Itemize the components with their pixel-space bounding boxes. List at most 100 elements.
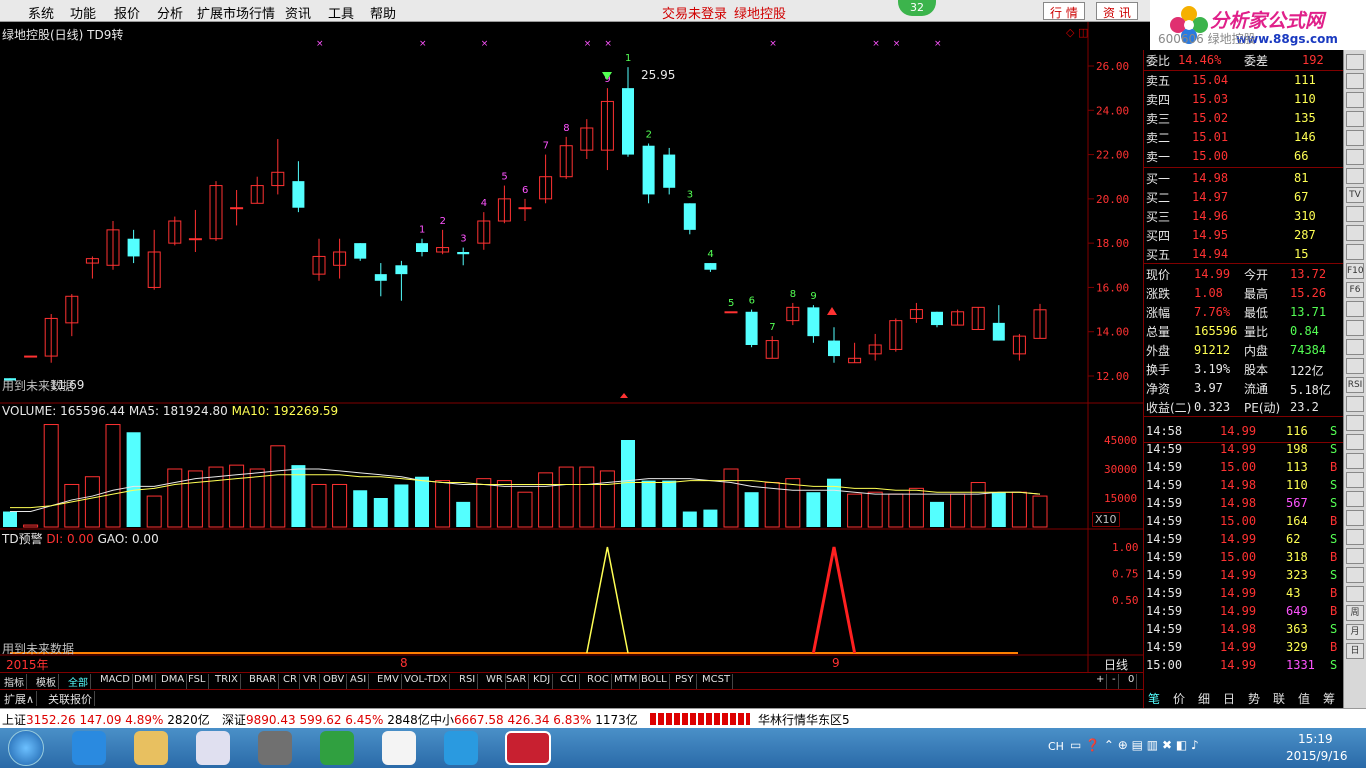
side-tool-icon[interactable] [1346, 510, 1364, 526]
menu-extended-market[interactable]: 扩展市场行情 [197, 3, 275, 22]
notification-badge[interactable]: 32 [898, 0, 936, 16]
quote-tab-0[interactable]: 笔 [1148, 690, 1160, 707]
indicator-tab-cr[interactable]: CR [281, 674, 300, 689]
ma5-line [10, 468, 1041, 513]
period-label[interactable]: 日线 [1104, 656, 1128, 673]
trade-login-notice[interactable]: 交易未登录 [662, 3, 727, 22]
menu-help[interactable]: 帮助 [370, 3, 396, 22]
menu-quote[interactable]: 报价 [114, 3, 140, 22]
explorer-icon[interactable] [134, 731, 168, 765]
start-button[interactable] [8, 730, 44, 766]
indicator-tab-brar[interactable]: BRAR [247, 674, 280, 689]
side-tool-0-icon[interactable]: RSI [1346, 377, 1364, 393]
side-tool-1-icon[interactable]: F10 [1346, 263, 1364, 279]
quote-tab-7[interactable]: 筹 [1323, 690, 1335, 707]
side-tool-icon[interactable] [1346, 415, 1364, 431]
side-tool-icon[interactable] [1346, 54, 1364, 70]
tab-control-2[interactable]: 0 [1126, 674, 1138, 689]
side-tool-2-icon[interactable]: F6 [1346, 282, 1364, 298]
side-tool-icon[interactable] [1346, 529, 1364, 545]
side-tool-icon[interactable] [1346, 225, 1364, 241]
side-tool-icon[interactable] [1346, 149, 1364, 165]
menu-analysis[interactable]: 分析 [157, 3, 183, 22]
indicator-tab-asi[interactable]: ASI [348, 674, 370, 689]
indicator-tab-trix[interactable]: TRIX [213, 674, 241, 689]
side-tool-icon[interactable] [1346, 92, 1364, 108]
side-tool-4-icon[interactable]: 周 [1346, 605, 1364, 621]
side-tool-icon[interactable] [1346, 301, 1364, 317]
indicator-tab-macd[interactable]: MACD [98, 674, 133, 689]
menu-system[interactable]: 系统 [28, 3, 54, 22]
quote-tab-6[interactable]: 值 [1298, 690, 1310, 707]
indicator-tab-dma[interactable]: DMA [159, 674, 188, 689]
side-tool-icon[interactable] [1346, 244, 1364, 260]
stock-app-icon[interactable] [505, 731, 551, 765]
input-language[interactable]: CH [1048, 740, 1064, 753]
side-tool-6-icon[interactable]: TV [1346, 187, 1364, 203]
menu-function[interactable]: 功能 [70, 3, 96, 22]
side-tool-icon[interactable] [1346, 206, 1364, 222]
document-icon[interactable] [382, 731, 416, 765]
indicator-tab-wr[interactable]: WR [484, 674, 506, 689]
tab-control-0[interactable]: + [1094, 674, 1108, 689]
indicator-tab-mtm[interactable]: MTM [612, 674, 641, 689]
tab-control-1[interactable]: - [1110, 674, 1119, 689]
side-tool-icon[interactable] [1346, 472, 1364, 488]
menu-tools[interactable]: 工具 [328, 3, 354, 22]
indicator-tab-obv[interactable]: OBV [321, 674, 348, 689]
side-tool-icon[interactable] [1346, 548, 1364, 564]
video-player-icon[interactable] [320, 731, 354, 765]
indicator-tab-指标[interactable]: 指标 [2, 674, 27, 689]
indicator-tab-kdj[interactable]: KDJ [531, 674, 554, 689]
quote-tab-2[interactable]: 细 [1198, 690, 1210, 707]
media-player-icon[interactable] [196, 731, 230, 765]
top-marker: × [934, 39, 942, 49]
film-reel-icon[interactable] [258, 731, 292, 765]
side-tool-icon[interactable] [1346, 567, 1364, 583]
indicator-tab-cci[interactable]: CCI [558, 674, 580, 689]
indicator-tab-dmi[interactable]: DMI [132, 674, 157, 689]
ie-icon[interactable] [72, 731, 106, 765]
side-tool-icon[interactable] [1346, 168, 1364, 184]
indicator-tab-sar[interactable]: SAR [504, 674, 530, 689]
chart-area[interactable]: 绿地控股(日线) TD9转 ◇ ◫ 26.00 24.00 22.00 20.00 18… [0, 22, 1143, 672]
indicator-tab-fsl[interactable]: FSL [186, 674, 209, 689]
quote-tab-5[interactable]: 联 [1273, 690, 1285, 707]
side-tool-icon[interactable] [1346, 491, 1364, 507]
tray-icons[interactable]: ▭ ❓ ⌃ ⊕ ▤ ▥ ✖ ◧ ♪ [1070, 738, 1199, 752]
side-tool-icon[interactable] [1346, 339, 1364, 355]
indicator-tab-rsi[interactable]: RSI [457, 674, 479, 689]
quote-tab-4[interactable]: 势 [1248, 690, 1260, 707]
indicator-tab-全部[interactable]: 全部 [66, 674, 91, 689]
quote-tab-1[interactable]: 价 [1173, 690, 1185, 707]
indicator-tab-mcst[interactable]: MCST [700, 674, 734, 689]
indicator-tab-vol-tdx[interactable]: VOL-TDX [402, 674, 451, 689]
side-tool-5-icon[interactable]: 月 [1346, 624, 1364, 640]
candle-body [292, 181, 305, 208]
side-tool-icon[interactable] [1346, 130, 1364, 146]
side-tool-icon[interactable] [1346, 320, 1364, 336]
menu-news[interactable]: 资讯 [285, 3, 311, 22]
indicator-tab-emv[interactable]: EMV [375, 674, 402, 689]
side-tool-icon[interactable] [1346, 358, 1364, 374]
tab-related-quotes[interactable]: 关联报价 [46, 691, 95, 706]
indicator-tab-boll[interactable]: BOLL [639, 674, 670, 689]
tab-extend[interactable]: 扩展∧ [2, 691, 38, 706]
indicator-tab-模板[interactable]: 模板 [34, 674, 59, 689]
indicator-tab-psy[interactable]: PSY [673, 674, 697, 689]
side-tool-3-icon[interactable]: 日 [1346, 643, 1364, 659]
side-tool-icon[interactable] [1346, 586, 1364, 602]
side-tool-icon[interactable] [1346, 396, 1364, 412]
server-label[interactable]: 华林行情华东区5 [758, 711, 850, 728]
side-tool-icon[interactable] [1346, 453, 1364, 469]
feather-icon[interactable] [444, 731, 478, 765]
info-button[interactable]: 资 讯 [1096, 2, 1138, 20]
indicator-tab-vr[interactable]: VR [301, 674, 320, 689]
side-tool-icon[interactable] [1346, 73, 1364, 89]
quote-tab-3[interactable]: 日 [1223, 690, 1235, 707]
side-tool-icon[interactable] [1346, 434, 1364, 450]
indicator-tab-roc[interactable]: ROC [585, 674, 612, 689]
quote-button[interactable]: 行 情 [1043, 2, 1085, 20]
side-tool-icon[interactable] [1346, 111, 1364, 127]
ask-volume: 135 [1294, 111, 1316, 125]
